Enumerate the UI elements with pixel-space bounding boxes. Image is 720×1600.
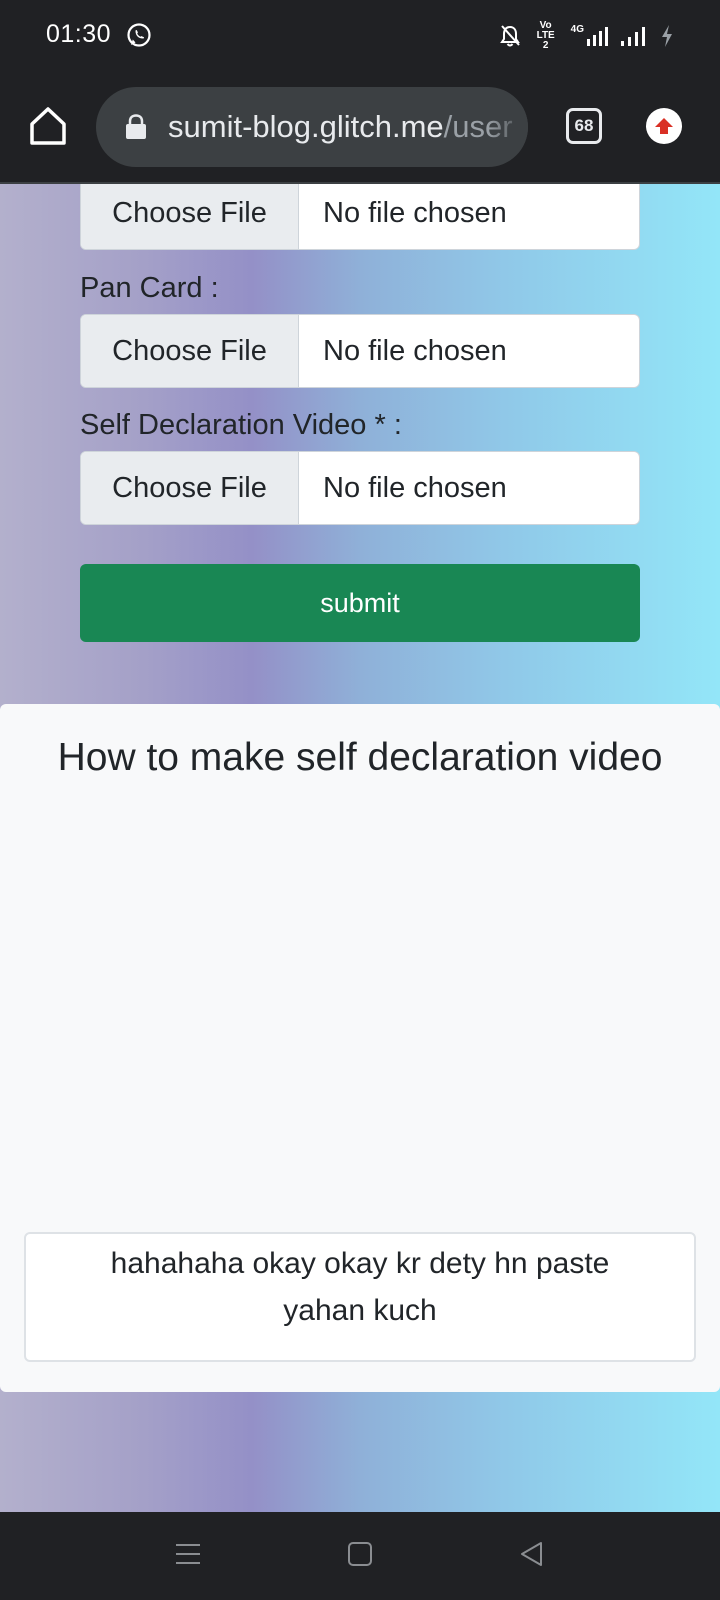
url-fade bbox=[488, 87, 528, 167]
submit-button[interactable]: submit bbox=[80, 564, 640, 642]
charging-icon bbox=[662, 25, 672, 47]
mute-bell-icon bbox=[499, 25, 520, 47]
network-type: 4G bbox=[570, 24, 584, 35]
lock-icon bbox=[126, 114, 146, 139]
status-icons: Vo LTE 2 4G bbox=[499, 20, 674, 51]
choose-file-button[interactable]: Choose File bbox=[81, 315, 299, 387]
comment-box[interactable]: hahahaha okay okay kr dety hn paste yaha… bbox=[24, 1232, 696, 1362]
page-content: Choose File No file chosen Pan Card : Ch… bbox=[0, 184, 720, 1512]
signal-4g-icon: 4G bbox=[571, 25, 608, 47]
file-status: No file chosen bbox=[323, 196, 507, 229]
pan-card-file-input[interactable]: Choose File No file chosen bbox=[80, 314, 640, 388]
address-bar[interactable]: sumit-blog.glitch.me/user bbox=[96, 87, 528, 167]
browser-toolbar: sumit-blog.glitch.me/user 68 bbox=[0, 72, 720, 184]
choose-file-button[interactable]: Choose File bbox=[81, 452, 299, 524]
self-declaration-video-label: Self Declaration Video * : bbox=[80, 409, 402, 441]
menu-icon[interactable] bbox=[172, 1538, 204, 1570]
file-status: No file chosen bbox=[323, 334, 507, 367]
choose-file-button[interactable]: Choose File bbox=[81, 184, 299, 249]
pan-card-label: Pan Card : bbox=[80, 272, 219, 304]
upload-button[interactable] bbox=[646, 108, 682, 144]
url-domain: sumit-blog.glitch.me bbox=[168, 109, 444, 144]
video-file-input[interactable]: Choose File No file chosen bbox=[80, 451, 640, 525]
tab-switcher-button[interactable]: 68 bbox=[566, 108, 602, 144]
card-title: How to make self declaration video bbox=[57, 736, 663, 779]
url-text: sumit-blog.glitch.me/user bbox=[168, 109, 513, 145]
home-icon[interactable] bbox=[26, 104, 70, 148]
video-card: How to make self declaration video hahah… bbox=[0, 704, 720, 1392]
home-square-icon[interactable] bbox=[344, 1538, 376, 1570]
signal-bars-icon bbox=[587, 27, 608, 46]
volte-indicator: Vo LTE 2 bbox=[536, 20, 555, 51]
file-input-1[interactable]: Choose File No file chosen bbox=[80, 184, 640, 250]
whatsapp-icon bbox=[127, 23, 151, 47]
status-bar: 01:30 Vo LTE 2 4G bbox=[0, 0, 720, 72]
signal-strength-icon bbox=[621, 27, 645, 46]
file-status: No file chosen bbox=[323, 471, 507, 504]
navigation-bar bbox=[0, 1512, 720, 1600]
back-icon[interactable] bbox=[516, 1538, 548, 1570]
upload-arrow-icon bbox=[655, 118, 673, 134]
status-time: 01:30 bbox=[46, 20, 112, 48]
